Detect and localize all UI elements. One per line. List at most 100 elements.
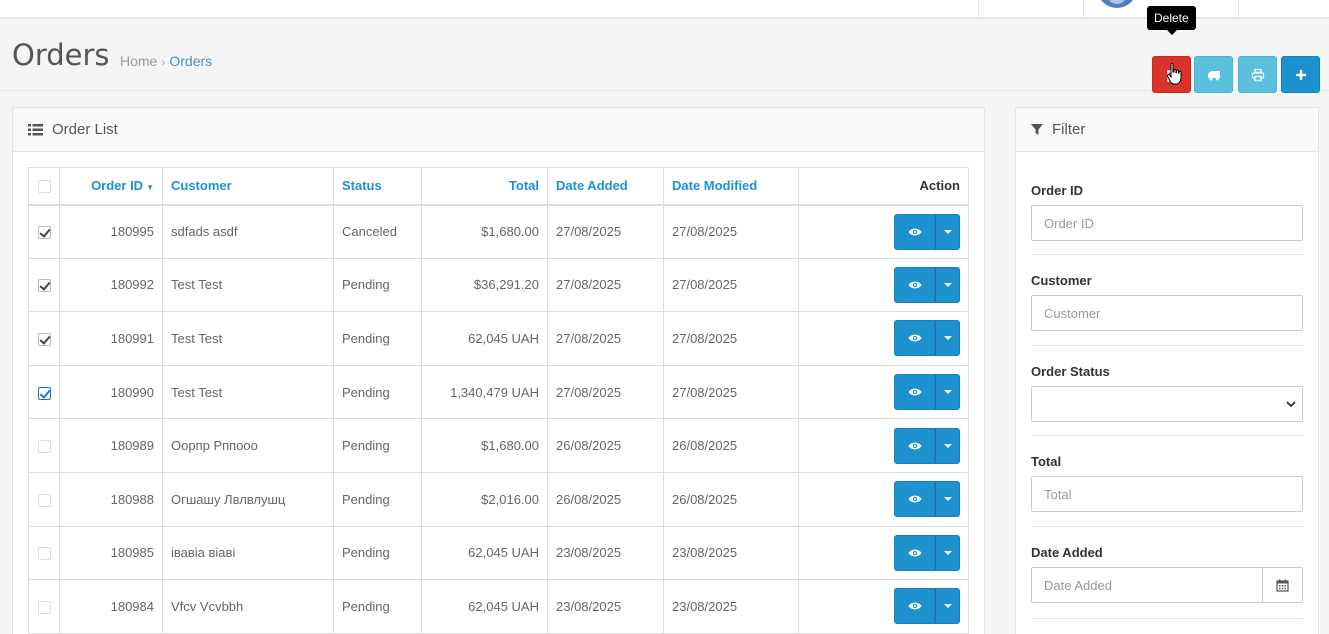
date-modified-cell: 27/08/2025: [663, 257, 799, 313]
chevron-down-icon: [1286, 401, 1296, 408]
caret-down-icon: [943, 282, 952, 287]
caret-down-icon: [943, 390, 952, 395]
action-dropdown-button[interactable]: [935, 374, 960, 411]
top-header: [0, 0, 1329, 18]
row-select-cell: [28, 204, 60, 259]
filter-panel: Filter Order ID Customer Order Status To…: [1015, 107, 1319, 634]
date-added-input[interactable]: [1031, 567, 1264, 603]
row-checkbox[interactable]: [37, 547, 51, 561]
row-select-cell: [28, 257, 60, 313]
row-select-cell: [28, 525, 60, 581]
view-button[interactable]: [894, 588, 935, 625]
shipping-button[interactable]: [1194, 56, 1233, 93]
row-checkbox[interactable]: [37, 226, 51, 240]
eye-icon: [908, 335, 921, 342]
user-avatar[interactable]: [1097, 0, 1137, 8]
breadcrumb-orders[interactable]: Orders: [169, 53, 212, 69]
column-status[interactable]: Status: [333, 167, 422, 206]
status-cell: Pending: [333, 364, 422, 420]
eye-icon: [908, 281, 921, 289]
add-button[interactable]: [1281, 56, 1320, 93]
action-dropdown-button[interactable]: [935, 588, 960, 625]
row-select-cell: [28, 364, 60, 420]
filter-order-status-group: Order Status: [1031, 364, 1303, 422]
date-modified-cell: 27/08/2025: [663, 364, 799, 420]
view-button[interactable]: [894, 374, 935, 411]
date-added-cell: 26/08/2025: [547, 471, 664, 527]
action-dropdown-button[interactable]: [935, 266, 960, 303]
filter-divider: [1031, 526, 1303, 527]
column-date-added[interactable]: Date Added: [547, 167, 664, 206]
date-modified-cell: 26/08/2025: [663, 418, 799, 473]
date-added-cell: 27/08/2025: [547, 257, 664, 313]
view-button[interactable]: [894, 534, 935, 571]
view-button[interactable]: [894, 213, 935, 250]
eye-icon: [908, 495, 921, 503]
customer-cell: Оорпр Рппооо: [162, 418, 334, 473]
row-checkbox[interactable]: [37, 386, 51, 400]
column-date-modified[interactable]: Date Modified: [663, 167, 799, 206]
print-icon: [1251, 68, 1264, 81]
row-select-cell: [28, 311, 60, 366]
row-checkbox[interactable]: [37, 333, 51, 347]
status-cell: Pending: [333, 579, 422, 634]
column-total[interactable]: Total: [421, 167, 548, 206]
action-cell: [798, 471, 969, 527]
date-added-cell: 26/08/2025: [547, 418, 664, 473]
breadcrumb-separator: ›: [161, 55, 166, 69]
customer-cell: Test Test: [162, 257, 334, 313]
action-dropdown-button[interactable]: [935, 213, 960, 250]
column-customer[interactable]: Customer: [162, 167, 334, 206]
column-order-id[interactable]: Order ID ▼: [59, 167, 163, 206]
action-button-group: [894, 427, 960, 464]
filter-icon: [1031, 123, 1043, 135]
action-dropdown-button[interactable]: [935, 534, 960, 571]
truck-icon: [1207, 70, 1220, 80]
print-button[interactable]: [1238, 56, 1277, 93]
row-select-cell: [28, 579, 60, 634]
row-checkbox[interactable]: [37, 493, 51, 507]
order-status-select[interactable]: [1031, 386, 1303, 422]
select-all-cell: [28, 167, 60, 206]
date-modified-cell: 27/08/2025: [663, 204, 799, 259]
date-added-cell: 27/08/2025: [547, 311, 664, 366]
action-dropdown-button[interactable]: [935, 320, 960, 357]
view-button[interactable]: [894, 266, 935, 303]
order-id-cell: 180992: [59, 257, 163, 313]
order-id-label: Order ID: [1031, 183, 1084, 198]
action-dropdown-button[interactable]: [935, 481, 960, 518]
eye-icon: [908, 603, 921, 610]
row-checkbox[interactable]: [37, 279, 51, 293]
action-cell: [798, 364, 969, 420]
customer-cell: sdfads asdf: [162, 204, 334, 259]
view-button[interactable]: [894, 427, 935, 464]
order-id-cell: 180988: [59, 471, 163, 527]
view-button[interactable]: [894, 481, 935, 518]
view-button[interactable]: [894, 320, 935, 357]
breadcrumb-home[interactable]: Home: [120, 53, 157, 69]
caret-down-icon: [943, 497, 952, 502]
order-id-input[interactable]: [1031, 205, 1303, 241]
filter-divider: [1031, 435, 1303, 436]
row-checkbox[interactable]: [37, 600, 51, 614]
action-dropdown-button[interactable]: [935, 427, 960, 464]
caret-down-icon: [943, 229, 952, 234]
page-title: Orders: [12, 38, 110, 72]
date-added-cell: 23/08/2025: [547, 525, 664, 581]
calendar-icon: [1276, 579, 1289, 592]
order-id-cell: 180989: [59, 418, 163, 473]
row-select-cell: [28, 418, 60, 473]
order-id-cell: 180990: [59, 364, 163, 420]
customer-input[interactable]: [1031, 295, 1303, 331]
select-all-checkbox[interactable]: [37, 180, 51, 194]
calendar-button[interactable]: [1263, 567, 1303, 603]
filter-heading: Filter: [1016, 108, 1318, 152]
total-cell: $1,680.00: [421, 204, 548, 259]
filter-date-added-group: Date Added: [1031, 545, 1303, 603]
table-row: 180991 Test Test Pending 62,045 UAH 27/08/20…: [28, 311, 969, 366]
table-row: 180995 sdfads asdf Canceled $1,680.00 27/08/…: [28, 204, 969, 259]
order-status-label: Order Status: [1031, 364, 1110, 379]
row-checkbox[interactable]: [37, 440, 51, 454]
total-input[interactable]: [1031, 476, 1303, 512]
action-button-group: [894, 481, 960, 518]
